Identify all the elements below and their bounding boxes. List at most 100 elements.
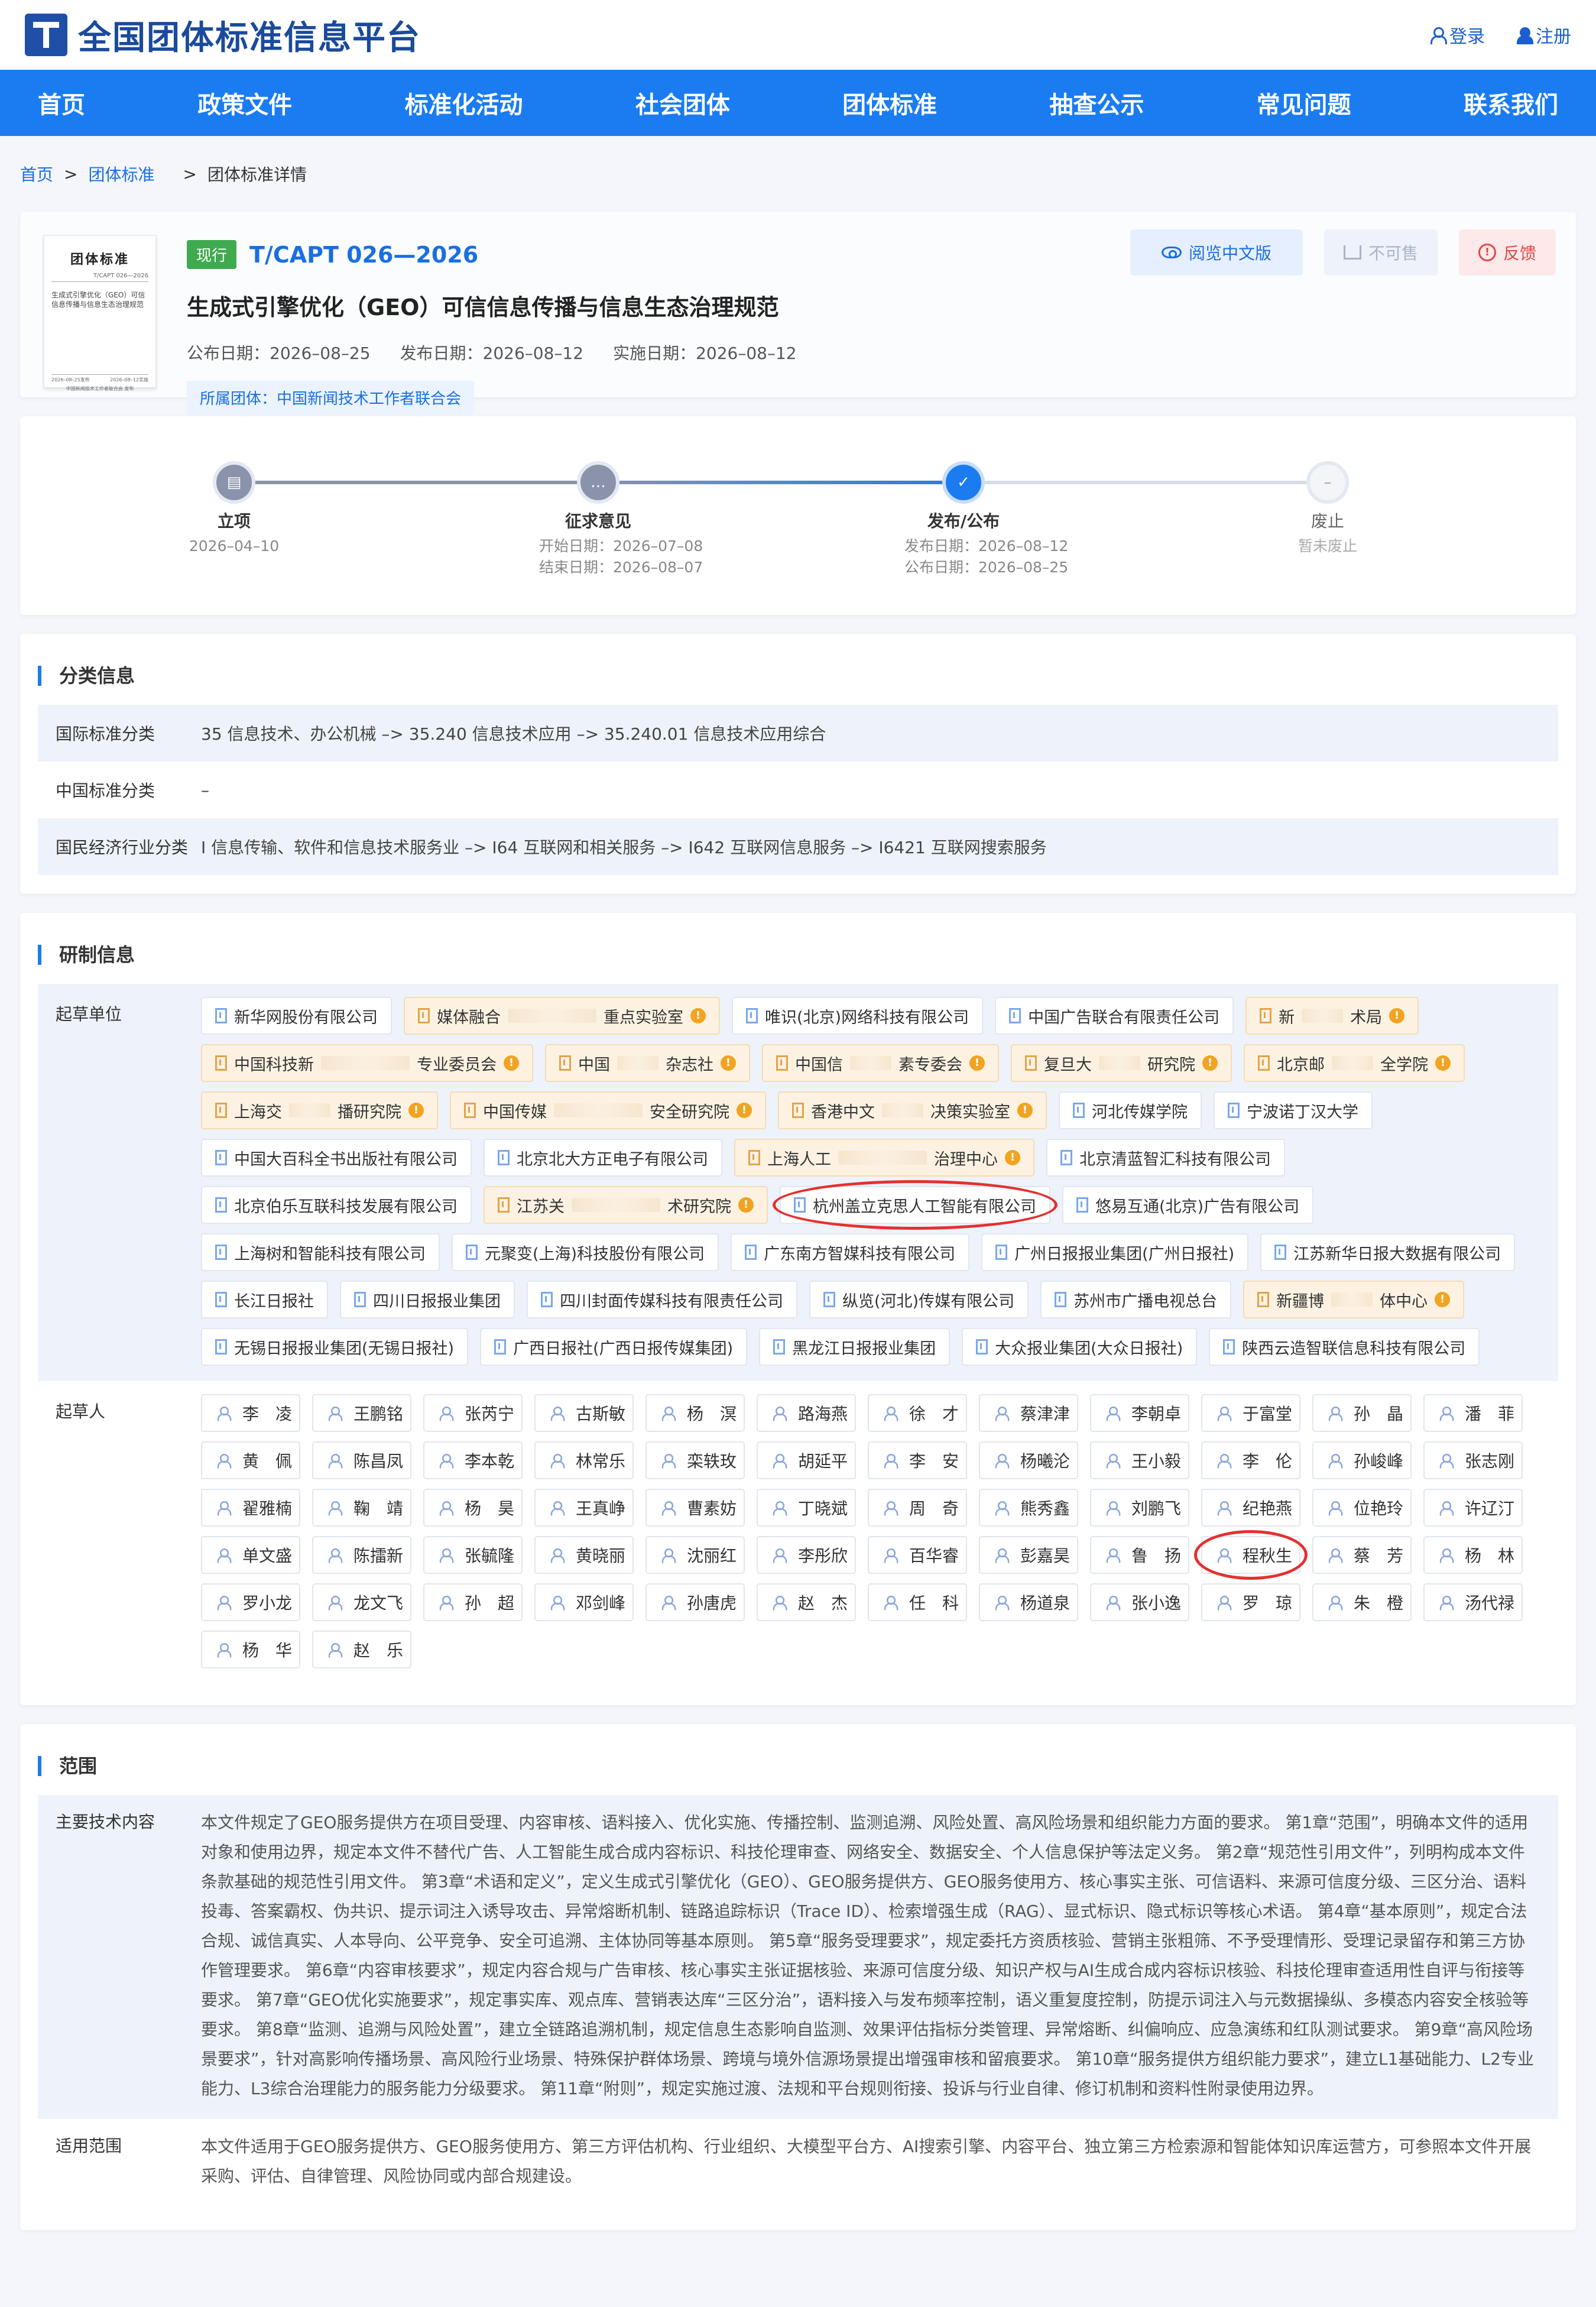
breadcrumb-section[interactable]: 团体标准: [88, 162, 154, 186]
drafter-chip[interactable]: 龙文飞: [312, 1583, 411, 1621]
drafting-unit-chip[interactable]: 陕西云造智联信息科技有限公司: [1209, 1328, 1480, 1366]
drafter-chip[interactable]: 黄晓丽: [534, 1536, 634, 1574]
drafting-unit-chip[interactable]: 新 术局!: [1245, 997, 1419, 1035]
drafter-chip[interactable]: 潘 菲: [1423, 1394, 1523, 1432]
drafting-unit-chip[interactable]: 香港中文 决策实验室!: [778, 1091, 1047, 1129]
drafting-unit-chip[interactable]: 苏州市广播电视总台: [1040, 1281, 1232, 1318]
drafting-unit-chip[interactable]: 无锡日报报业集团(无锡日报社): [201, 1328, 469, 1366]
register-link[interactable]: 注册: [1517, 22, 1571, 48]
drafting-unit-chip[interactable]: 宁波诺丁汉大学: [1214, 1091, 1373, 1129]
drafter-chip[interactable]: 黄 佩: [201, 1441, 300, 1479]
nav-groups[interactable]: 社会团体: [635, 86, 730, 120]
nav-activities[interactable]: 标准化活动: [405, 86, 523, 120]
drafting-unit-chip[interactable]: 上海树和智能科技有限公司: [201, 1233, 440, 1271]
drafting-unit-chip[interactable]: 新疆博 体中心!: [1243, 1281, 1465, 1318]
drafting-unit-chip[interactable]: 中国科技新 专业委员会!: [201, 1044, 533, 1082]
nav-contact[interactable]: 联系我们: [1464, 86, 1558, 120]
drafter-chip[interactable]: 翟雅楠: [201, 1489, 300, 1527]
drafter-chip[interactable]: 杨 华: [201, 1631, 300, 1668]
drafter-chip[interactable]: 丁晓斌: [757, 1489, 856, 1527]
nav-faq[interactable]: 常见问题: [1257, 86, 1351, 120]
drafter-chip[interactable]: 路海燕: [757, 1394, 856, 1432]
drafter-chip[interactable]: 陈昌凤: [312, 1441, 411, 1479]
drafter-chip[interactable]: 李本乾: [423, 1441, 523, 1479]
drafter-chip[interactable]: 鞠 靖: [312, 1489, 411, 1527]
drafting-unit-chip[interactable]: 四川封面传媒科技有限责任公司: [527, 1281, 797, 1318]
drafter-chip[interactable]: 陈擂新: [312, 1536, 411, 1574]
drafting-unit-chip[interactable]: 中国 杂志社!: [545, 1044, 750, 1082]
drafting-unit-chip[interactable]: 上海人工 治理中心!: [734, 1139, 1034, 1177]
drafting-unit-chip[interactable]: 北京伯乐互联科技发展有限公司: [201, 1186, 472, 1224]
drafter-chip[interactable]: 罗 琼: [1201, 1583, 1300, 1621]
drafter-chip[interactable]: 赵 杰: [757, 1583, 856, 1621]
site-logo[interactable]: 全国团体标准信息平台: [25, 11, 421, 59]
nav-standards[interactable]: 团体标准: [842, 86, 937, 120]
drafter-chip[interactable]: 曹素妨: [645, 1489, 745, 1527]
drafter-chip[interactable]: 沈丽红: [645, 1536, 745, 1574]
drafter-chip[interactable]: 孙峻峰: [1312, 1441, 1412, 1479]
drafter-chip[interactable]: 王小毅: [1090, 1441, 1189, 1479]
drafter-chip[interactable]: 李彤欣: [757, 1536, 856, 1574]
drafting-unit-chip[interactable]: 广东南方智媒科技有限公司: [731, 1233, 970, 1271]
drafting-unit-chip[interactable]: 上海交 播研究院!: [201, 1091, 438, 1129]
drafter-chip[interactable]: 孙 超: [423, 1583, 523, 1621]
drafting-unit-chip[interactable]: 媒体融合 重点实验室!: [404, 997, 720, 1035]
not-for-sale-button[interactable]: 不可售: [1324, 229, 1438, 276]
drafter-chip[interactable]: 李朝卓: [1090, 1394, 1189, 1432]
drafting-unit-chip[interactable]: 四川日报报业集团: [340, 1281, 515, 1318]
drafter-chip[interactable]: 杨 溟: [645, 1394, 745, 1432]
drafter-chip[interactable]: 杨 昊: [423, 1489, 523, 1527]
drafter-chip[interactable]: 杨道泉: [979, 1583, 1078, 1621]
nav-inspection[interactable]: 抽查公示: [1049, 86, 1144, 120]
drafter-chip[interactable]: 程秋生: [1194, 1530, 1308, 1580]
drafter-chip[interactable]: 徐 才: [868, 1394, 967, 1432]
drafting-unit-chip[interactable]: 江苏关 术研究院!: [484, 1186, 768, 1224]
drafter-chip[interactable]: 蔡 芳: [1312, 1536, 1412, 1574]
drafting-unit-chip[interactable]: 广西日报社(广西日报传媒集团): [480, 1328, 748, 1366]
drafter-chip[interactable]: 李 伦: [1201, 1441, 1300, 1479]
drafting-unit-chip[interactable]: 黑龙江日报报业集团: [759, 1328, 951, 1366]
organization-tag[interactable]: 所属团体：中国新闻技术工作者联合会: [187, 381, 475, 414]
drafter-chip[interactable]: 林常乐: [534, 1441, 634, 1479]
drafter-chip[interactable]: 彭嘉昊: [979, 1536, 1078, 1574]
drafter-chip[interactable]: 李 安: [868, 1441, 967, 1479]
drafting-unit-chip[interactable]: 复旦大 研究院!: [1011, 1044, 1232, 1082]
drafter-chip[interactable]: 胡延平: [757, 1441, 856, 1479]
drafter-chip[interactable]: 孙 晶: [1312, 1394, 1412, 1432]
feedback-button[interactable]: ! 反馈: [1459, 229, 1556, 276]
drafter-chip[interactable]: 张芮宁: [423, 1394, 523, 1432]
drafter-chip[interactable]: 张毓隆: [423, 1536, 523, 1574]
nav-home[interactable]: 首页: [38, 86, 85, 120]
drafting-unit-chip[interactable]: 北京邮 全学院!: [1244, 1044, 1465, 1082]
drafter-chip[interactable]: 邓剑峰: [534, 1583, 634, 1621]
drafter-chip[interactable]: 鲁 扬: [1090, 1536, 1189, 1574]
drafter-chip[interactable]: 罗小龙: [201, 1583, 300, 1621]
drafter-chip[interactable]: 赵 乐: [312, 1631, 411, 1668]
drafter-chip[interactable]: 栾轶玫: [645, 1441, 745, 1479]
drafter-chip[interactable]: 熊秀鑫: [979, 1489, 1078, 1527]
drafter-chip[interactable]: 杨曦沦: [979, 1441, 1078, 1479]
drafting-unit-chip[interactable]: 唯识(北京)网络科技有限公司: [732, 997, 984, 1035]
read-chinese-button[interactable]: 阅览中文版: [1130, 229, 1303, 276]
drafter-chip[interactable]: 王鹏铭: [312, 1394, 411, 1432]
drafting-unit-chip[interactable]: 大众报业集团(大众日报社): [962, 1328, 1198, 1366]
breadcrumb-home[interactable]: 首页: [20, 162, 53, 186]
drafter-chip[interactable]: 周 奇: [868, 1489, 967, 1527]
drafter-chip[interactable]: 蔡津津: [979, 1394, 1078, 1432]
drafter-chip[interactable]: 张志刚: [1423, 1441, 1523, 1479]
drafter-chip[interactable]: 位艳玲: [1312, 1489, 1412, 1527]
drafting-unit-chip[interactable]: 北京北大方正电子有限公司: [484, 1139, 722, 1177]
drafter-chip[interactable]: 许辽汀: [1423, 1489, 1523, 1527]
drafter-chip[interactable]: 汤代禄: [1423, 1583, 1523, 1621]
drafter-chip[interactable]: 王真峥: [534, 1489, 634, 1527]
drafting-unit-chip[interactable]: 纵览(河北)传媒有限公司: [809, 1281, 1029, 1318]
drafter-chip[interactable]: 纪艳燕: [1201, 1489, 1300, 1527]
drafting-unit-chip[interactable]: 北京清蓝智汇科技有限公司: [1046, 1139, 1285, 1177]
drafting-unit-chip[interactable]: 新华网股份有限公司: [201, 997, 392, 1035]
drafting-unit-chip[interactable]: 中国广告联合有限责任公司: [995, 997, 1234, 1035]
login-link[interactable]: 登录: [1430, 22, 1485, 48]
drafter-chip[interactable]: 张小逸: [1090, 1583, 1189, 1621]
drafter-chip[interactable]: 单文盛: [201, 1536, 300, 1574]
drafting-unit-chip[interactable]: 悠易互通(北京)广告有限公司: [1062, 1186, 1314, 1224]
drafting-unit-chip[interactable]: 中国传媒 安全研究院!: [450, 1091, 766, 1129]
